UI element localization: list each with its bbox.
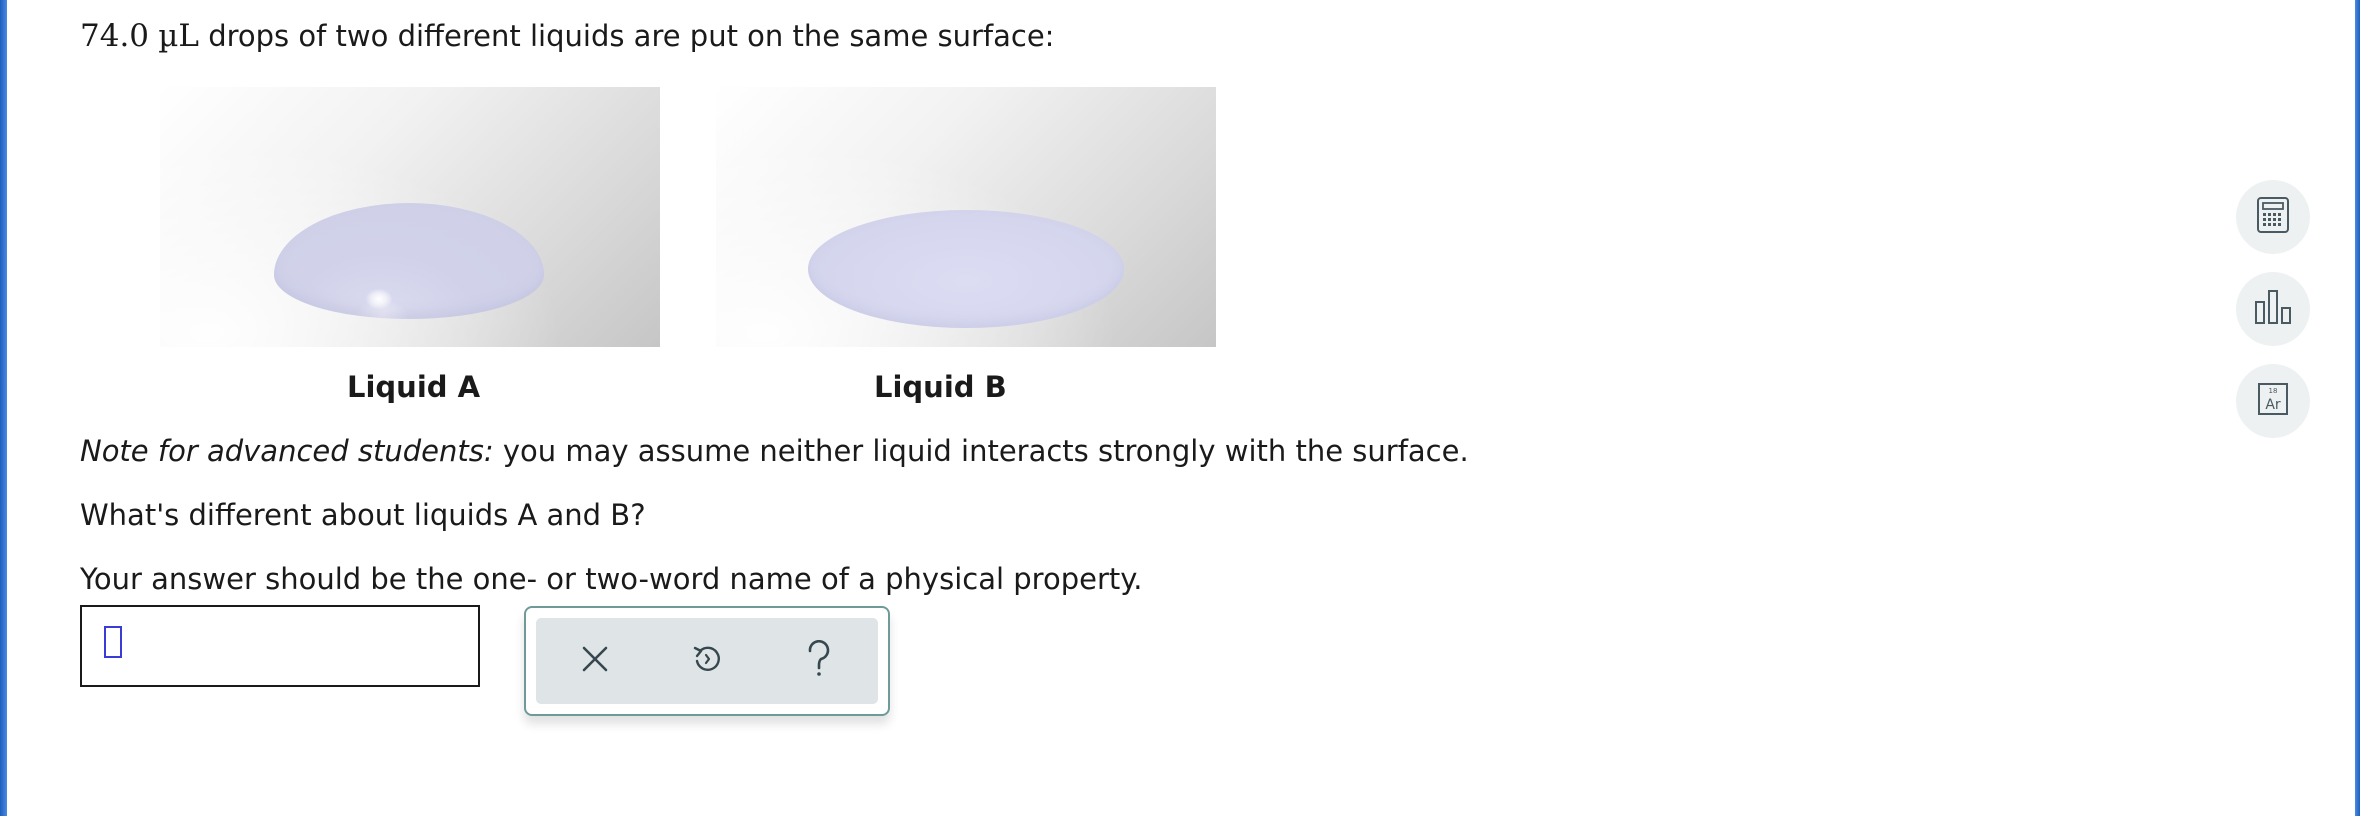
help-icon [804, 639, 834, 682]
liquid-b-drop [808, 210, 1124, 328]
advanced-note-label: Note for advanced students: [80, 434, 494, 468]
window-border-left [0, 0, 7, 816]
question-intro-text: drops of two different liquids are put o… [208, 19, 1055, 53]
answer-tools-bar [536, 618, 878, 704]
advanced-note: Note for advanced students: you may assu… [80, 433, 1469, 469]
undo-icon [690, 642, 724, 680]
periodic-table-button[interactable]: 18 Ar [2236, 364, 2310, 438]
help-button[interactable] [796, 638, 842, 684]
undo-button[interactable] [684, 638, 730, 684]
periodic-table-icon: 18 Ar [2257, 382, 2289, 420]
liquid-a-image [160, 87, 660, 347]
text-cursor [104, 626, 122, 658]
answer-instruction: Your answer should be the one- or two-wo… [80, 562, 1143, 596]
drop-highlight [366, 289, 392, 309]
question-prompt: What's different about liquids A and B? [80, 498, 646, 532]
close-icon [580, 644, 610, 678]
periodic-number: 18 [2269, 387, 2278, 395]
bar-chart-icon [2253, 288, 2293, 330]
drop-volume-value: 74.0 [80, 18, 150, 54]
data-chart-button[interactable] [2236, 272, 2310, 346]
periodic-symbol: Ar [2265, 397, 2281, 413]
window-border-right [2355, 0, 2360, 816]
liquid-a-caption: Liquid A [347, 370, 481, 404]
question-intro: 74.0 µL drops of two different liquids a… [80, 18, 1054, 54]
calculator-icon [2256, 196, 2290, 238]
liquid-b-caption: Liquid B [874, 370, 1007, 404]
calculator-button[interactable] [2236, 180, 2310, 254]
liquid-a-drop [274, 203, 544, 319]
answer-input[interactable] [80, 605, 480, 687]
advanced-note-text: you may assume neither liquid interacts … [502, 434, 1469, 468]
answer-tools-panel [524, 606, 890, 716]
drop-volume-unit: µL [158, 18, 199, 54]
clear-button[interactable] [572, 638, 618, 684]
liquid-b-image [716, 87, 1216, 347]
